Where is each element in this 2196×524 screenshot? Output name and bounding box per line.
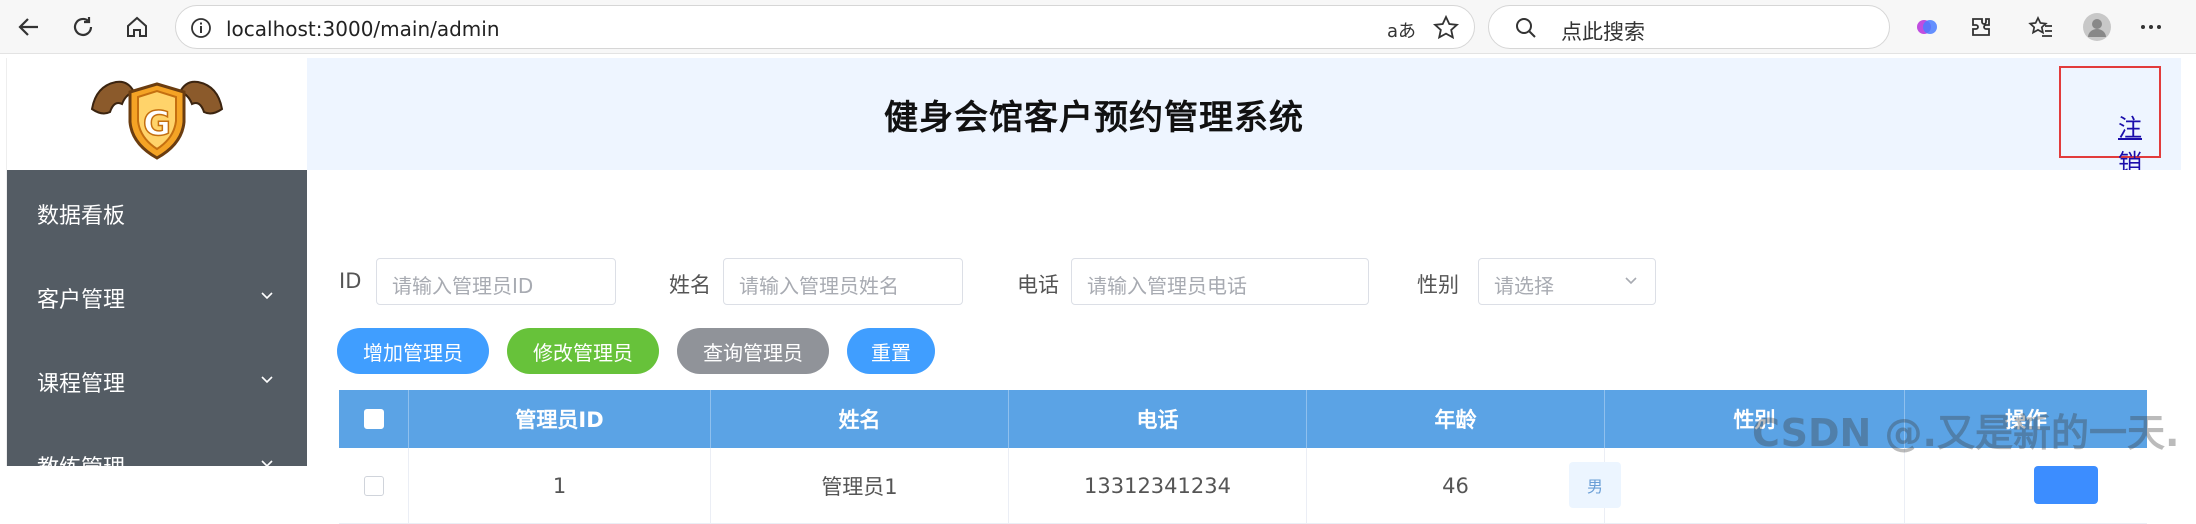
sidebar: 数据看板 客户管理 课程管理 教练管理	[7, 170, 307, 481]
logout-link[interactable]: 注销	[2118, 108, 2159, 178]
cell-gender	[1605, 448, 1905, 524]
home-icon[interactable]	[118, 8, 156, 46]
filter-name-input[interactable]: 请输入管理员姓名	[723, 258, 963, 305]
app-header: G 健身会馆客户预约管理系统 注销	[7, 58, 2181, 177]
filter-gender-placeholder: 请选择	[1494, 274, 1554, 298]
filter-phone-label: 电话	[1017, 273, 1059, 297]
filter-name-label: 姓名	[669, 273, 711, 297]
sidebar-item-label: 教练管理	[37, 456, 126, 481]
chevron-down-icon	[1623, 272, 1639, 292]
query-admin-button[interactable]: 查询管理员	[677, 328, 829, 374]
table-row[interactable]: 1 管理员1 13312341234 46 男	[339, 448, 2147, 524]
column-header-id[interactable]: 管理员ID	[409, 390, 711, 448]
chevron-down-icon	[259, 452, 275, 477]
filter-id-input[interactable]: 请输入管理员ID	[376, 258, 616, 305]
column-header-phone[interactable]: 电话	[1009, 390, 1307, 448]
search-placeholder: 点此搜索	[1561, 20, 1645, 44]
page-title: 健身会馆客户预约管理系统	[884, 98, 1304, 138]
copilot-icon[interactable]	[1908, 8, 1946, 46]
sidebar-item-coaches[interactable]: 教练管理	[7, 422, 307, 506]
filter-id-placeholder: 请输入管理员ID	[392, 274, 534, 298]
sidebar-item-dashboard[interactable]: 数据看板	[7, 170, 307, 254]
sidebar-item-label: 客户管理	[37, 288, 126, 313]
filter-id-label: ID	[339, 269, 362, 293]
browser-toolbar: localhost:3000/main/admin aあ 点此搜索	[0, 0, 2196, 54]
refresh-icon[interactable]	[64, 8, 102, 46]
filter-gender-select[interactable]: 请选择	[1478, 258, 1656, 305]
back-icon[interactable]	[10, 8, 48, 46]
chevron-down-icon	[259, 284, 275, 309]
column-header-name[interactable]: 姓名	[711, 390, 1009, 448]
cell-id: 1	[409, 448, 711, 524]
favorites-icon[interactable]	[2022, 8, 2060, 46]
address-bar[interactable]: localhost:3000/main/admin aあ	[175, 5, 1475, 49]
filter-gender-label: 性别	[1417, 273, 1459, 297]
search-icon	[1515, 17, 1537, 43]
sidebar-item-label: 课程管理	[37, 372, 126, 397]
read-aloud-icon[interactable]: aあ	[1387, 17, 1416, 43]
sidebar-item-courses[interactable]: 课程管理	[7, 338, 307, 422]
info-icon[interactable]	[190, 17, 212, 43]
filter-name-placeholder: 请输入管理员姓名	[739, 274, 899, 298]
sidebar-item-label: 数据看板	[37, 204, 126, 229]
filter-phone-placeholder: 请输入管理员电话	[1087, 274, 1247, 298]
row-select-cell	[339, 448, 409, 524]
sidebar-item-customers[interactable]: 客户管理	[7, 254, 307, 338]
cell-phone: 13312341234	[1009, 448, 1307, 524]
reset-button[interactable]: 重置	[847, 328, 935, 374]
select-all-checkbox[interactable]	[363, 409, 384, 429]
column-header-age[interactable]: 年龄	[1307, 390, 1605, 448]
logout-highlight-box: 注销	[2059, 66, 2161, 177]
chevron-down-icon	[259, 368, 275, 393]
cell-actions	[1905, 448, 2147, 524]
edit-admin-button[interactable]: 修改管理员	[507, 328, 659, 374]
more-menu-icon[interactable]	[2132, 8, 2170, 46]
favorite-star-icon[interactable]	[1432, 14, 1460, 46]
watermark: CSDN @.又是新的一天.	[1752, 411, 2180, 455]
cell-name: 管理员1	[711, 448, 1009, 524]
select-all-cell	[339, 390, 409, 448]
cell-age: 46	[1307, 448, 1605, 524]
url-text: localhost:3000/main/admin	[226, 17, 500, 41]
row-checkbox[interactable]	[363, 476, 384, 496]
filter-phone-input[interactable]: 请输入管理员电话	[1071, 258, 1369, 305]
extensions-icon[interactable]	[1962, 8, 2000, 46]
profile-avatar-icon[interactable]	[2078, 8, 2116, 46]
add-admin-button[interactable]: 增加管理员	[337, 328, 489, 374]
gender-tag: 男	[1569, 462, 1621, 508]
browser-search-box[interactable]: 点此搜索	[1488, 5, 1890, 49]
row-action-button[interactable]	[2034, 466, 2098, 504]
